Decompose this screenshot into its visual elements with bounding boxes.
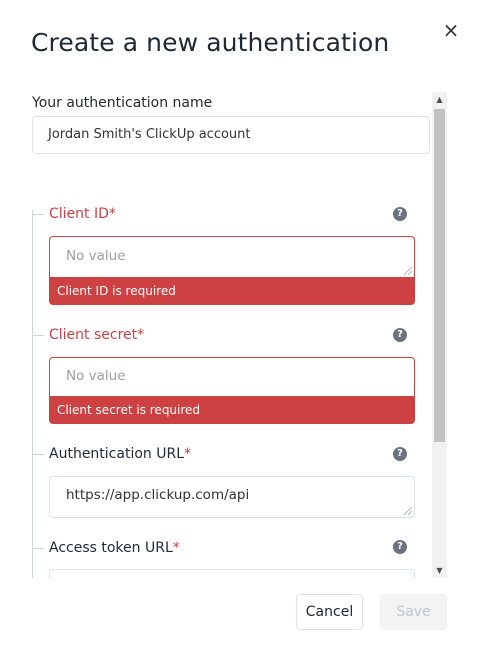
client-secret-input[interactable]: No value <box>49 357 415 396</box>
client-secret-placeholder: No value <box>66 368 126 384</box>
authentication-url-label: Authentication URL* <box>49 446 191 462</box>
required-mark: * <box>137 327 145 343</box>
tree-tick <box>32 335 44 336</box>
client-secret-error: Client secret is required <box>49 396 415 424</box>
create-authentication-modal: Create a new authentication × Your authe… <box>0 0 478 661</box>
authentication-url-value: https://app.clickup.com/api <box>66 487 250 503</box>
authentication-url-input[interactable]: https://app.clickup.com/api <box>49 476 415 518</box>
required-mark: * <box>108 206 116 222</box>
client-id-label: Client ID* <box>49 206 116 222</box>
access-token-url-input[interactable] <box>49 569 415 578</box>
required-mark: * <box>172 540 180 556</box>
client-secret-field: Client secret* ? No value Client secret … <box>32 321 415 427</box>
tree-tick <box>32 214 44 215</box>
required-mark: * <box>184 446 191 462</box>
close-icon[interactable]: × <box>441 20 461 40</box>
resize-grip-icon[interactable] <box>404 507 412 515</box>
client-id-field: Client ID* ? No value Client ID is requi… <box>32 198 415 308</box>
tree-tick <box>32 548 44 549</box>
client-id-error: Client ID is required <box>49 277 415 305</box>
authentication-url-label-text: Authentication URL <box>49 446 184 462</box>
help-icon[interactable]: ? <box>393 540 407 554</box>
help-icon[interactable]: ? <box>393 447 407 461</box>
authentication-name-label: Your authentication name <box>32 95 213 111</box>
access-token-url-field: Access token URL* ? <box>32 536 415 578</box>
scrollbar-thumb[interactable] <box>434 109 445 442</box>
form-scroll-area[interactable]: Your authentication name Jordan Smith's … <box>0 92 448 578</box>
client-id-placeholder: No value <box>66 248 126 264</box>
resize-grip-icon[interactable] <box>404 267 412 275</box>
access-token-url-label-text: Access token URL <box>49 540 173 556</box>
scroll-down-icon[interactable]: ▼ <box>432 563 447 578</box>
client-id-label-text: Client ID <box>49 206 109 222</box>
client-secret-label: Client secret* <box>49 327 144 343</box>
access-token-url-label: Access token URL* <box>49 540 180 556</box>
authentication-name-input[interactable]: Jordan Smith's ClickUp account <box>32 116 430 154</box>
authentication-url-field: Authentication URL* ? https://app.clicku… <box>32 442 415 522</box>
save-button[interactable]: Save <box>380 594 447 630</box>
form-scrollbar[interactable]: ▲ ▼ <box>432 92 447 578</box>
client-secret-label-text: Client secret <box>49 327 138 343</box>
help-icon[interactable]: ? <box>393 207 407 221</box>
tree-tick <box>32 454 44 455</box>
client-id-input[interactable]: No value <box>49 236 415 277</box>
modal-title: Create a new authentication <box>31 28 390 57</box>
scroll-up-icon[interactable]: ▲ <box>432 92 447 107</box>
help-icon[interactable]: ? <box>393 328 407 342</box>
cancel-button[interactable]: Cancel <box>296 594 363 630</box>
